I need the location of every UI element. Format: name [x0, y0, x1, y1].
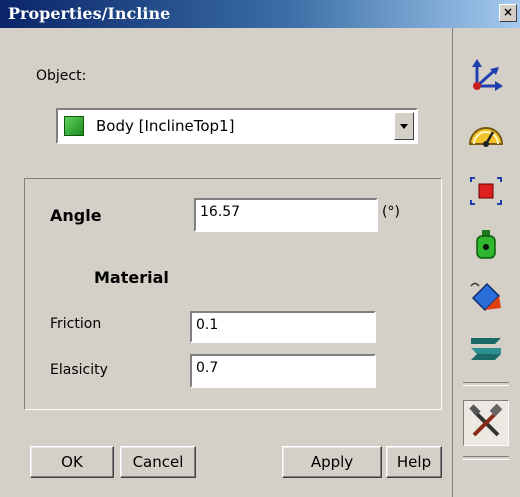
axes-icon[interactable] — [465, 56, 507, 98]
gauge-icon[interactable] — [465, 114, 507, 156]
title-bar: Properties/Incline × — [0, 0, 520, 28]
paint-bucket-icon[interactable] — [465, 278, 507, 320]
tool-palette — [452, 28, 520, 497]
ok-button[interactable]: OK — [30, 446, 114, 478]
elasticity-label: Elasicity — [50, 362, 108, 378]
mass-weight-icon[interactable] — [465, 224, 507, 266]
angle-unit: (°) — [382, 204, 400, 220]
help-button[interactable]: Help — [386, 446, 442, 478]
friction-label: Friction — [50, 316, 102, 332]
material-heading: Material — [94, 268, 169, 287]
elasticity-input[interactable]: 0.7 — [190, 354, 376, 388]
object-select-value: Body [InclineTop1] — [96, 117, 235, 135]
toolbar-separator — [463, 456, 509, 460]
friction-input[interactable]: 0.1 — [190, 311, 376, 343]
selection-box-icon[interactable] — [465, 172, 507, 214]
angle-label: Angle — [50, 206, 102, 225]
angle-input[interactable]: 16.57 — [194, 198, 378, 232]
window-title: Properties/Incline — [8, 4, 171, 23]
object-label: Object: — [36, 68, 87, 84]
chevron-down-icon[interactable] — [394, 112, 414, 140]
object-select[interactable]: Body [InclineTop1] — [56, 108, 418, 144]
close-button[interactable]: × — [499, 4, 517, 22]
cancel-button[interactable]: Cancel — [120, 446, 196, 478]
apply-button[interactable]: Apply — [282, 446, 382, 478]
body-cube-icon — [64, 116, 84, 136]
tools-icon[interactable] — [463, 400, 509, 446]
toolbar-separator — [463, 382, 509, 386]
spring-icon[interactable] — [465, 326, 507, 368]
